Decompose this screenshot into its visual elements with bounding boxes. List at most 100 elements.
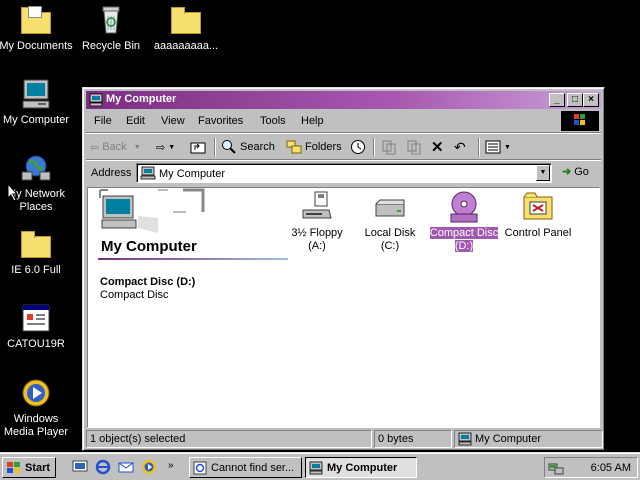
desktop-icon-label: My Documents <box>0 40 73 52</box>
delete-button[interactable]: ✕ <box>431 137 444 157</box>
maximize-button[interactable]: □ <box>567 93 583 107</box>
search-button[interactable]: Search <box>221 137 275 157</box>
desktop-icon-ie-full[interactable]: IE 6.0 Full <box>0 228 74 277</box>
title-bar[interactable]: My Computer _ □ × <box>86 91 601 109</box>
minimize-button[interactable]: _ <box>549 93 565 107</box>
back-arrow-icon: ⇦ <box>90 141 100 154</box>
outlook-express-icon[interactable] <box>118 459 134 475</box>
back-label: Back <box>102 141 127 153</box>
up-folder-button[interactable] <box>190 137 206 157</box>
item-label: Compact Disc <box>429 227 499 239</box>
start-label: Start <box>25 461 51 474</box>
chevron-down-icon: ▼ <box>504 143 511 151</box>
status-zone-label: My Computer <box>475 433 542 445</box>
address-label: Address <box>91 167 132 179</box>
views-icon <box>485 140 501 154</box>
folder-documents-icon <box>20 4 52 36</box>
address-dropdown-button[interactable]: ▼ <box>536 165 550 181</box>
menu-help[interactable]: Help <box>301 115 324 127</box>
computer-icon <box>309 461 323 474</box>
status-zone: My Computer <box>454 430 603 448</box>
menu-view[interactable]: View <box>161 115 185 127</box>
computer-icon <box>20 78 52 110</box>
toolbar: ⇦ Back ▼ ⇨ ▼ Search Folders ✕ ↶ ▼ <box>86 135 601 159</box>
selected-item-name: Compact Disc (D:) <box>100 276 196 288</box>
content-pane: My Computer Compact Disc (D:) Compact Di… <box>87 187 600 428</box>
internet-explorer-icon <box>193 461 207 474</box>
toolbar-separator-line <box>86 159 601 161</box>
program-icon <box>20 302 52 334</box>
address-value: My Computer <box>159 168 226 180</box>
mouse-cursor-icon <box>7 183 19 202</box>
history-icon <box>351 140 365 154</box>
folders-icon <box>286 140 302 154</box>
taskbar-task-my-computer[interactable]: My Computer <box>305 457 417 478</box>
status-selection: 1 object(s) selected <box>86 430 372 448</box>
item-floppy-drive[interactable]: 3½ Floppy (A:) <box>281 188 353 253</box>
folder-icon <box>20 228 52 260</box>
desktop-icon-label: Places <box>19 201 53 213</box>
my-computer-banner-icon <box>99 188 205 233</box>
desktop-icon-label: Windows <box>13 413 59 425</box>
item-local-disk[interactable]: Local Disk (C:) <box>354 188 426 253</box>
menu-tools[interactable]: Tools <box>260 115 286 127</box>
go-button[interactable]: ➜ Go <box>562 165 589 179</box>
menu-edit[interactable]: Edit <box>126 115 145 127</box>
computer-icon <box>458 432 472 446</box>
copy-to-button[interactable] <box>406 137 422 157</box>
history-button[interactable] <box>350 137 366 157</box>
hard-disk-icon <box>373 190 407 224</box>
computer-icon <box>140 166 156 180</box>
undo-icon: ↶ <box>454 138 466 155</box>
item-control-panel[interactable]: Control Panel <box>502 188 574 240</box>
control-panel-icon <box>521 190 555 224</box>
back-button[interactable]: ⇦ Back ▼ <box>90 137 141 157</box>
network-icon <box>20 152 52 184</box>
item-compact-disc[interactable]: Compact Disc (D:) <box>428 188 500 253</box>
desktop-icon-recycle-bin[interactable]: Recycle Bin <box>73 4 149 53</box>
taskbar-task-error-page[interactable]: Cannot find ser... <box>189 457 302 478</box>
internet-explorer-icon[interactable] <box>95 459 111 475</box>
close-button[interactable]: × <box>583 93 599 107</box>
computer-icon <box>89 93 103 107</box>
desktop-icon-label: My Computer <box>2 114 70 126</box>
item-label: (A:) <box>308 240 326 252</box>
go-arrow-icon: ➜ <box>562 166 572 178</box>
media-player-icon[interactable] <box>141 459 157 475</box>
desktop-icon-media-player[interactable]: Windows Media Player <box>0 377 74 439</box>
toolbar-separator <box>214 138 216 156</box>
item-label: Control Panel <box>504 227 572 239</box>
desktop-icon-label: Media Player <box>3 426 69 438</box>
search-icon <box>222 140 236 154</box>
show-desktop-icon[interactable] <box>72 459 88 475</box>
undo-button[interactable]: ↶ <box>454 137 466 157</box>
system-tray: 6:05 AM <box>544 457 638 478</box>
desktop-icon-label: aaaaaaaaa... <box>153 40 219 52</box>
info-pane-title: My Computer <box>101 238 197 255</box>
item-label: Local Disk (C:) <box>364 227 416 252</box>
forward-button[interactable]: ⇨ ▼ <box>156 137 175 157</box>
desktop-icon-my-computer[interactable]: My Computer <box>0 78 74 127</box>
views-button[interactable]: ▼ <box>485 137 511 157</box>
clock[interactable]: 6:05 AM <box>591 462 631 474</box>
start-button[interactable]: Start <box>2 457 56 478</box>
menu-favorites[interactable]: Favorites <box>198 115 243 127</box>
selected-item-type: Compact Disc <box>100 289 169 301</box>
desktop-icon-my-documents[interactable]: My Documents <box>0 4 74 53</box>
address-field[interactable]: My Computer ▼ <box>136 163 552 183</box>
my-computer-window: My Computer _ □ × File Edit View Favorit… <box>82 87 605 451</box>
desktop-icon-catou19r[interactable]: CATOU19R <box>0 302 74 351</box>
copy-to-icon <box>407 140 421 155</box>
taskbar: Start » Cannot find ser... My Computer 6… <box>0 453 640 480</box>
desktop-icon-folder-a[interactable]: aaaaaaaaa... <box>148 4 224 53</box>
quicklaunch-overflow-icon[interactable]: » <box>168 460 174 471</box>
folders-button[interactable]: Folders <box>286 137 342 157</box>
item-label: 3½ Floppy <box>291 227 343 239</box>
task-label: My Computer <box>327 461 398 474</box>
network-tray-icon[interactable] <box>548 460 564 476</box>
status-bar: 1 object(s) selected 0 bytes My Computer <box>86 430 603 448</box>
menu-file[interactable]: File <box>94 115 112 127</box>
floppy-drive-icon <box>300 190 334 224</box>
move-to-button[interactable] <box>381 137 397 157</box>
up-folder-icon <box>190 142 206 154</box>
